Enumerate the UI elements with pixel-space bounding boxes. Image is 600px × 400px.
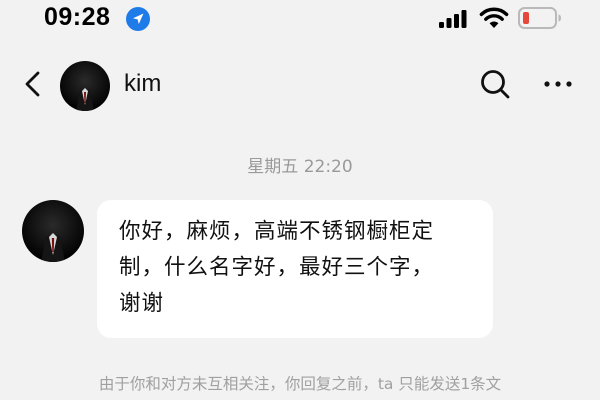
message-line: 制，什么名字好，最好三个字， — [119, 255, 435, 280]
sender-avatar[interactable] — [22, 200, 84, 262]
battery-low-icon — [518, 7, 562, 29]
wifi-icon — [479, 7, 509, 29]
messaging-limit-notice: 由于你和对方未互相关注，你回复之前，ta 只能发送1条文 — [98, 375, 502, 393]
contact-name[interactable]: kim — [124, 70, 161, 98]
message-row: 你好，麻烦，高端不锈钢橱柜定 制，什么名字好，最好三个字， 谢谢 — [0, 196, 600, 346]
location-arrow-icon — [125, 6, 151, 32]
message-bubble[interactable]: 你好，麻烦，高端不锈钢橱柜定 制，什么名字好，最好三个字， 谢谢 — [97, 200, 493, 338]
message-line: 你好，麻烦，高端不锈钢橱柜定 — [119, 219, 435, 244]
chat-header: kim — [0, 52, 600, 116]
message-timestamp: 星期五 22:20 — [247, 157, 353, 177]
back-button[interactable] — [18, 68, 50, 100]
contact-avatar[interactable] — [60, 61, 110, 111]
search-button[interactable] — [478, 67, 512, 101]
cellular-signal-icon — [439, 10, 469, 28]
status-bar: 09:28 — [0, 0, 600, 40]
back-chevron-icon — [25, 71, 40, 97]
message-line: 谢谢 — [119, 291, 165, 316]
more-button[interactable] — [538, 70, 578, 98]
status-time: 09:28 — [44, 3, 111, 31]
more-dots-icon — [544, 81, 572, 87]
search-icon — [481, 70, 510, 99]
